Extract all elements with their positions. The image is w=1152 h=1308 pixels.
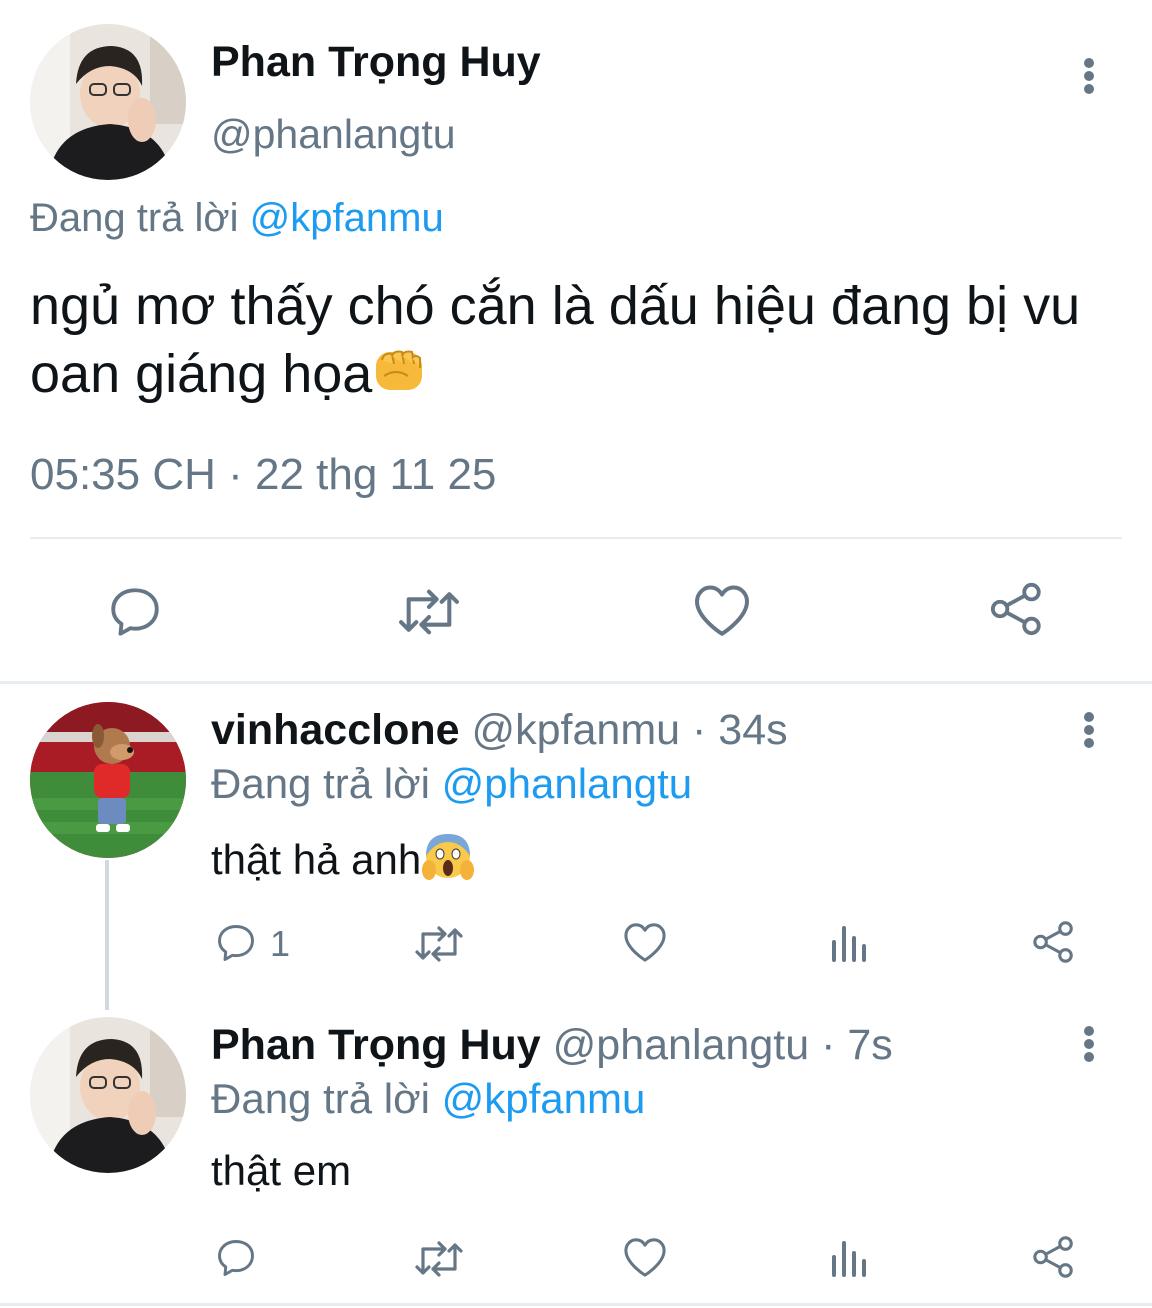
tweet-thread: Phan Trọng Huy @phanlangtu Đang trả lời … — [0, 0, 1152, 1308]
tweet-text: ngủ mơ thấy chó cắn là dấu hiệu đang bị … — [30, 272, 1120, 408]
more-options-icon[interactable] — [1079, 1022, 1099, 1066]
thread-connector — [105, 860, 109, 1010]
share-icon[interactable] — [1031, 1234, 1077, 1280]
avatar-image — [30, 24, 186, 180]
reply-count: 1 — [270, 923, 291, 964]
replying-to-line: Đang trả lời @kpfanmu — [211, 1075, 645, 1123]
like-icon[interactable] — [692, 582, 752, 638]
share-icon[interactable] — [1031, 919, 1077, 965]
retweet-icon[interactable] — [413, 924, 465, 964]
replying-to-link[interactable]: @kpfanmu — [250, 196, 444, 240]
views-icon[interactable] — [830, 922, 870, 962]
reply-body: thật em — [211, 1147, 352, 1194]
reply-time[interactable]: 7s — [847, 1021, 892, 1069]
time-separator: · — [821, 1021, 836, 1069]
author-name[interactable]: Phan Trọng Huy — [211, 38, 541, 87]
author-handle[interactable]: @kpfanmu — [471, 706, 680, 754]
face-screaming-in-fear-icon — [421, 830, 475, 884]
time-separator: · — [692, 706, 707, 754]
views-icon[interactable] — [830, 1237, 870, 1277]
replying-to-line: Đang trả lời @kpfanmu — [30, 196, 444, 241]
avatar[interactable] — [30, 702, 186, 858]
replying-prefix: Đang trả lời — [30, 196, 239, 240]
reply-header: vinhacclone @kpfanmu · 34s — [211, 706, 788, 755]
avatar-image — [30, 702, 186, 858]
reply-time[interactable]: 34s — [718, 706, 787, 754]
retweet-icon[interactable] — [413, 1239, 465, 1279]
reply-body: thật hả anh — [211, 836, 422, 883]
reply-icon[interactable] — [214, 1236, 258, 1280]
tweet-timestamp[interactable]: 05:35 CH · 22 thg 11 25 — [30, 450, 496, 500]
like-icon[interactable] — [622, 921, 668, 963]
replying-to-line: Đang trả lời @phanlangtu — [211, 760, 692, 808]
avatar[interactable] — [30, 24, 186, 180]
retweet-icon[interactable] — [396, 586, 462, 638]
reply-icon[interactable] — [214, 921, 258, 965]
oncoming-fist-icon — [372, 346, 428, 396]
avatar-image — [30, 1017, 186, 1173]
author-handle[interactable]: @phanlangtu — [553, 1021, 809, 1069]
replying-to-link[interactable]: @kpfanmu — [442, 1075, 646, 1122]
more-options-icon[interactable] — [1079, 54, 1099, 98]
reply-text: thật hả anh — [211, 830, 475, 884]
author-name[interactable]: Phan Trọng Huy — [211, 1021, 541, 1069]
divider — [30, 537, 1122, 539]
replying-prefix: Đang trả lời — [211, 1075, 430, 1122]
like-icon[interactable] — [622, 1236, 668, 1278]
replying-prefix: Đang trả lời — [211, 760, 430, 807]
author-name[interactable]: vinhacclone — [211, 706, 460, 754]
replying-to-link[interactable]: @phanlangtu — [442, 760, 693, 807]
divider — [0, 1303, 1152, 1306]
more-options-icon[interactable] — [1079, 708, 1099, 752]
reply-header: Phan Trọng Huy @phanlangtu · 7s — [211, 1021, 893, 1070]
avatar[interactable] — [30, 1017, 186, 1173]
reply-text: thật em — [211, 1147, 351, 1195]
share-icon[interactable] — [988, 580, 1046, 638]
reply-icon[interactable] — [106, 583, 164, 641]
tweet-body: ngủ mơ thấy chó cắn là dấu hiệu đang bị … — [30, 276, 1081, 404]
divider — [0, 681, 1152, 684]
author-handle[interactable]: @phanlangtu — [211, 111, 456, 158]
